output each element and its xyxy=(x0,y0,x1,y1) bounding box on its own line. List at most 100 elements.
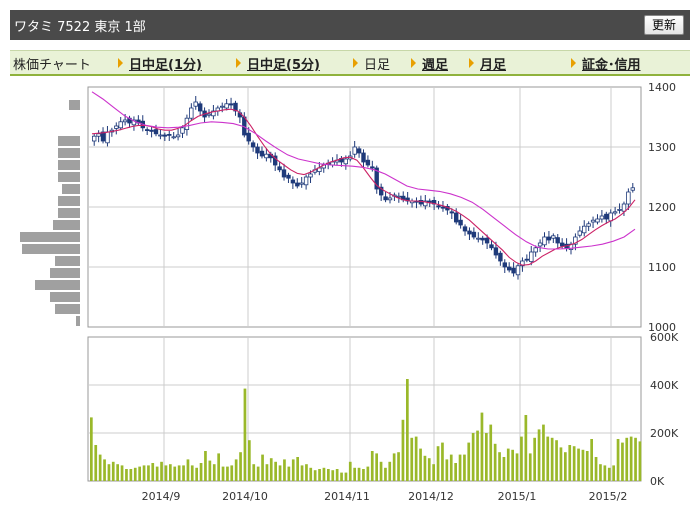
x-tick-label: 2014/12 xyxy=(408,490,454,503)
price-tick-label: 1300 xyxy=(648,141,676,154)
candle-body xyxy=(612,211,618,214)
candle-body xyxy=(560,242,565,247)
candle-body xyxy=(546,236,552,241)
volume-bar xyxy=(445,459,449,481)
candle-body xyxy=(189,107,194,119)
candle-body xyxy=(206,113,212,116)
candle-body xyxy=(617,208,622,211)
candle-body xyxy=(453,212,459,223)
volume-bar xyxy=(384,467,387,481)
volume-bar xyxy=(498,452,501,481)
candle-body xyxy=(144,129,150,132)
candle-body xyxy=(462,226,468,232)
volume-bar xyxy=(362,469,365,481)
volume-bar xyxy=(252,464,256,481)
volume-bar xyxy=(476,430,479,481)
volume-bar xyxy=(353,467,356,481)
volume-bar xyxy=(335,469,339,481)
candle-body xyxy=(105,131,110,144)
volume-bar xyxy=(111,461,115,481)
volume-profile-bar xyxy=(58,172,80,182)
volume-bar xyxy=(230,465,234,481)
volume-bar xyxy=(107,464,111,481)
stock-chart: 14001300120011001000 600K400K200K0K 2014… xyxy=(20,81,679,503)
volume-bar xyxy=(182,465,185,481)
volume-bar xyxy=(129,469,133,481)
volume-bar xyxy=(546,436,550,481)
volume-bar xyxy=(520,436,523,481)
volume-bar xyxy=(423,455,427,481)
price-panel: 14001300120011001000 xyxy=(87,81,676,334)
candle-body xyxy=(343,158,348,165)
volume-bar xyxy=(208,460,212,481)
volume-bar xyxy=(542,424,545,481)
volume-profile-bar xyxy=(50,268,80,278)
volume-bar xyxy=(379,461,383,481)
volume-bar xyxy=(265,464,269,481)
volume-bar xyxy=(357,467,361,481)
candle-body xyxy=(533,247,538,253)
volume-bar xyxy=(344,472,348,481)
volume-tick-label: 600K xyxy=(650,331,679,344)
volume-bar xyxy=(625,437,629,481)
volume-bar xyxy=(441,442,444,481)
volume-profile-bar xyxy=(58,148,80,158)
candle-body xyxy=(303,176,309,186)
volume-bar xyxy=(309,467,313,481)
candle-body xyxy=(96,133,101,137)
candle-body xyxy=(467,230,472,235)
candle-body xyxy=(197,103,203,112)
volume-bar xyxy=(269,458,273,481)
volume-bar xyxy=(419,448,422,481)
candle-body xyxy=(630,187,635,191)
candle-body xyxy=(228,103,234,106)
volume-bar xyxy=(629,436,633,481)
volume-bar xyxy=(243,388,247,481)
volume-profile-bar xyxy=(53,220,80,230)
candle-body xyxy=(281,169,287,178)
volume-profile-bar xyxy=(55,256,80,266)
volume-bar xyxy=(173,466,177,481)
volume-bar xyxy=(199,463,203,481)
volume-bar xyxy=(221,466,225,481)
volume-bar xyxy=(392,453,396,481)
volume-bar xyxy=(318,469,321,481)
volume-bar xyxy=(160,461,163,481)
x-tick-label: 2014/10 xyxy=(222,490,268,503)
volume-bar xyxy=(590,439,593,481)
candle-body xyxy=(286,174,291,179)
volume-bar xyxy=(577,448,580,481)
volume-tick-label: 200K xyxy=(650,427,679,440)
volume-bar xyxy=(621,442,624,481)
volume-bar xyxy=(142,465,146,481)
volume-bar xyxy=(116,464,119,481)
volume-bar xyxy=(458,454,462,481)
volume-bar xyxy=(348,461,352,481)
volume-bar xyxy=(120,465,124,481)
volume-bar xyxy=(169,464,172,481)
candle-body xyxy=(162,134,167,137)
volume-bar xyxy=(226,466,229,481)
x-tick-label: 2014/9 xyxy=(142,490,181,503)
volume-bar xyxy=(287,466,291,481)
volume-bar xyxy=(612,465,615,481)
volume-bar xyxy=(537,429,541,481)
volume-bar xyxy=(388,461,392,481)
volume-bar xyxy=(177,465,181,481)
price-tick-label: 1200 xyxy=(648,201,676,214)
volume-bar xyxy=(555,440,558,481)
volume-bar xyxy=(366,466,370,481)
volume-bar xyxy=(151,463,155,481)
candle-body xyxy=(595,218,600,223)
candle-body xyxy=(471,231,477,238)
candle-body xyxy=(577,230,582,236)
candle-body xyxy=(277,166,282,171)
volume-bar xyxy=(506,448,510,481)
volume-profile-bar xyxy=(22,244,80,254)
volume-bar xyxy=(550,437,554,481)
candle-body xyxy=(476,237,481,240)
volume-bar xyxy=(414,436,418,481)
volume-bar xyxy=(340,472,343,481)
volume-profile-bar xyxy=(62,184,80,194)
volume-bar xyxy=(572,446,576,481)
